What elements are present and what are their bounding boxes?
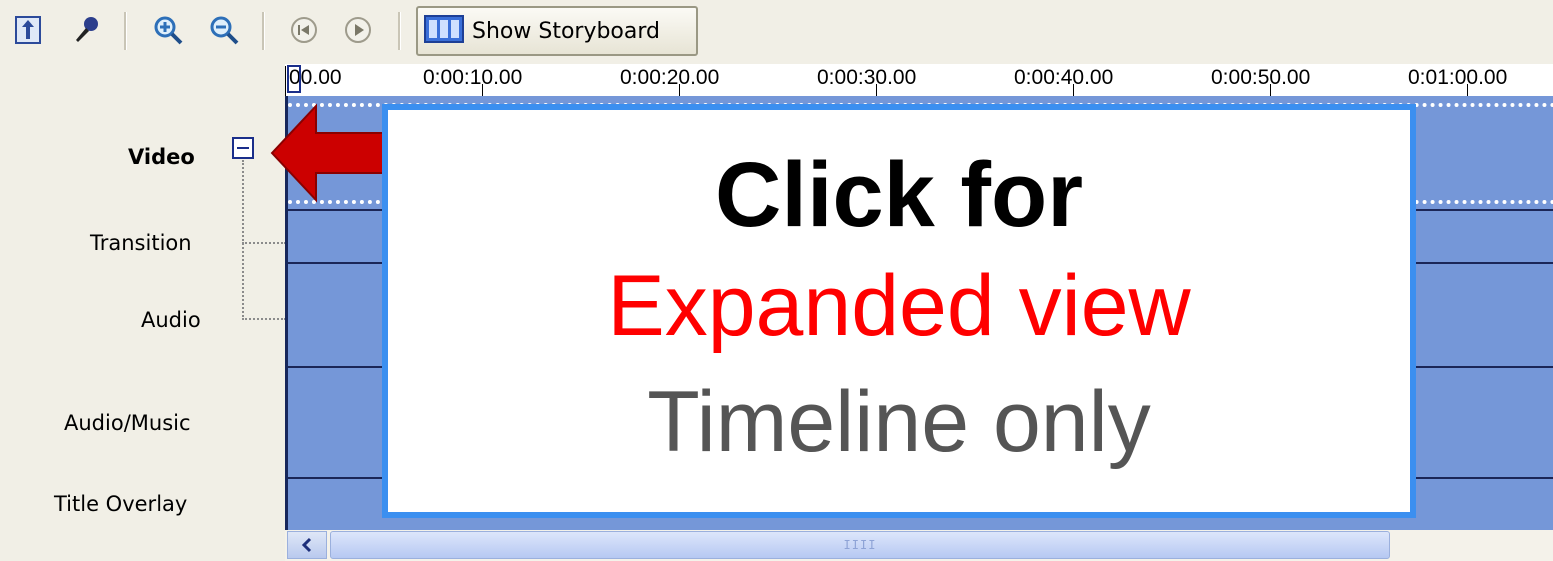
track-label-audio: Audio xyxy=(141,308,201,332)
ruler-tick xyxy=(679,84,680,96)
ruler-tick-label: 0:00:40.00 xyxy=(1014,66,1114,89)
timeline-toolbar: Show Storyboard xyxy=(0,0,1553,64)
zoom-out-icon[interactable] xyxy=(204,10,244,50)
callout-line-3: Timeline only xyxy=(647,373,1151,470)
toolbar-separator xyxy=(398,12,401,50)
show-storyboard-button[interactable]: Show Storyboard xyxy=(416,6,698,56)
ruler-tick-label: 0:01:00.00 xyxy=(1408,66,1508,89)
storyboard-button-label: Show Storyboard xyxy=(472,18,660,44)
tree-connector xyxy=(242,160,244,320)
track-label-audio-music: Audio/Music xyxy=(64,411,191,435)
ruler-tick-label: 0:00:30.00 xyxy=(817,66,917,89)
scroll-grip-icon: IIII xyxy=(843,538,877,552)
callout-box: Click for Expanded view Timeline only xyxy=(382,104,1416,518)
scroll-thumb[interactable]: IIII xyxy=(330,531,1390,559)
ruler-tick-label: 0:00:20.00 xyxy=(620,66,720,89)
ruler-tick xyxy=(285,66,286,96)
time-ruler[interactable]: 00.00 0:00:10.00 0:00:20.00 0:00:30.00 0… xyxy=(285,64,1553,97)
track-label-title-overlay: Title Overlay xyxy=(54,492,188,516)
ruler-tick-label: 0:00:10.00 xyxy=(423,66,523,89)
toolbar-separator xyxy=(262,12,265,50)
minus-icon xyxy=(237,147,249,149)
chevron-left-icon xyxy=(301,537,312,553)
ruler-tick xyxy=(482,84,483,96)
collapse-expand-button[interactable] xyxy=(232,137,254,159)
audio-levels-icon[interactable] xyxy=(66,10,106,50)
tree-connector xyxy=(242,318,286,320)
ruler-tick xyxy=(1270,84,1271,96)
ruler-tick xyxy=(1467,84,1468,96)
play-icon[interactable] xyxy=(338,10,378,50)
rewind-icon[interactable] xyxy=(284,10,324,50)
tree-connector xyxy=(242,242,286,244)
toolbar-separator xyxy=(124,12,127,50)
red-arrow-icon xyxy=(270,98,390,208)
track-label-transition: Transition xyxy=(90,231,192,255)
callout-line-2: Expanded view xyxy=(607,257,1191,354)
storyboard-icon xyxy=(424,15,464,47)
callout-line-1: Click for xyxy=(714,143,1084,246)
track-label-video: Video xyxy=(128,145,195,169)
scroll-left-button[interactable] xyxy=(287,531,327,559)
zoom-in-icon[interactable] xyxy=(148,10,188,50)
ruler-tick xyxy=(1073,84,1074,96)
ruler-tick-label: 0:00:50.00 xyxy=(1211,66,1311,89)
ruler-tick xyxy=(876,84,877,96)
timeline-narration-icon[interactable] xyxy=(8,10,48,50)
playhead-marker[interactable] xyxy=(287,65,301,93)
